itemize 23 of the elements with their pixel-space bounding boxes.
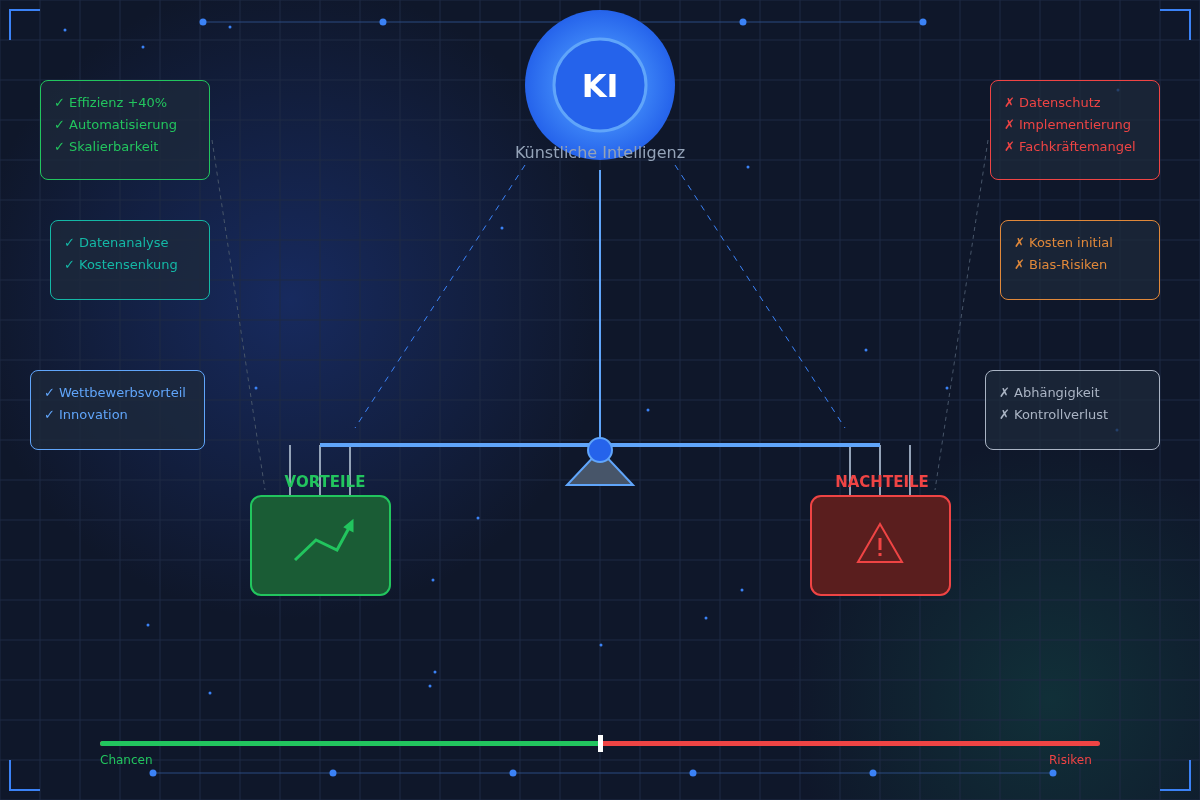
advantage-item: ✓ Wettbewerbsvorteil	[44, 384, 187, 402]
corner-bracket	[9, 759, 41, 791]
advantage-item: ✓ Automatisierung	[54, 116, 178, 134]
disadvantage-item: ✗ Fachkräftemangel	[1004, 138, 1137, 156]
advantage-item: ✓ Skalierbarkeit	[54, 138, 160, 156]
trend-up-icon	[293, 518, 354, 562]
disadvantage-item: ✗ Datenschutz	[1004, 94, 1102, 112]
advantage-item: ✓ Innovation	[44, 406, 129, 424]
advantage-item: ✓ Datenanalyse	[64, 234, 170, 252]
corner-bracket	[1159, 759, 1191, 791]
warning-icon	[856, 522, 904, 563]
corner-bracket	[1159, 9, 1191, 41]
disadvantage-item: ✗ Bias-Risiken	[1014, 256, 1109, 274]
disadvantage-item: ✗ Kontrollverlust	[999, 406, 1110, 424]
disadvantage-item: ✗ Kosten initial	[1014, 234, 1114, 252]
disadvantage-item: ✗ Abhängigkeit	[999, 384, 1101, 402]
ki-logo: KI	[580, 68, 620, 104]
advantage-item: ✓ Effizienz +40%	[54, 94, 169, 112]
risks-label: Risiken	[1049, 753, 1092, 767]
disadvantage-item: ✗ Implementierung	[1004, 116, 1133, 134]
chances-label: Chancen	[100, 753, 153, 767]
advantage-item: ✓ Kostensenkung	[64, 256, 179, 274]
corner-bracket	[9, 9, 41, 41]
